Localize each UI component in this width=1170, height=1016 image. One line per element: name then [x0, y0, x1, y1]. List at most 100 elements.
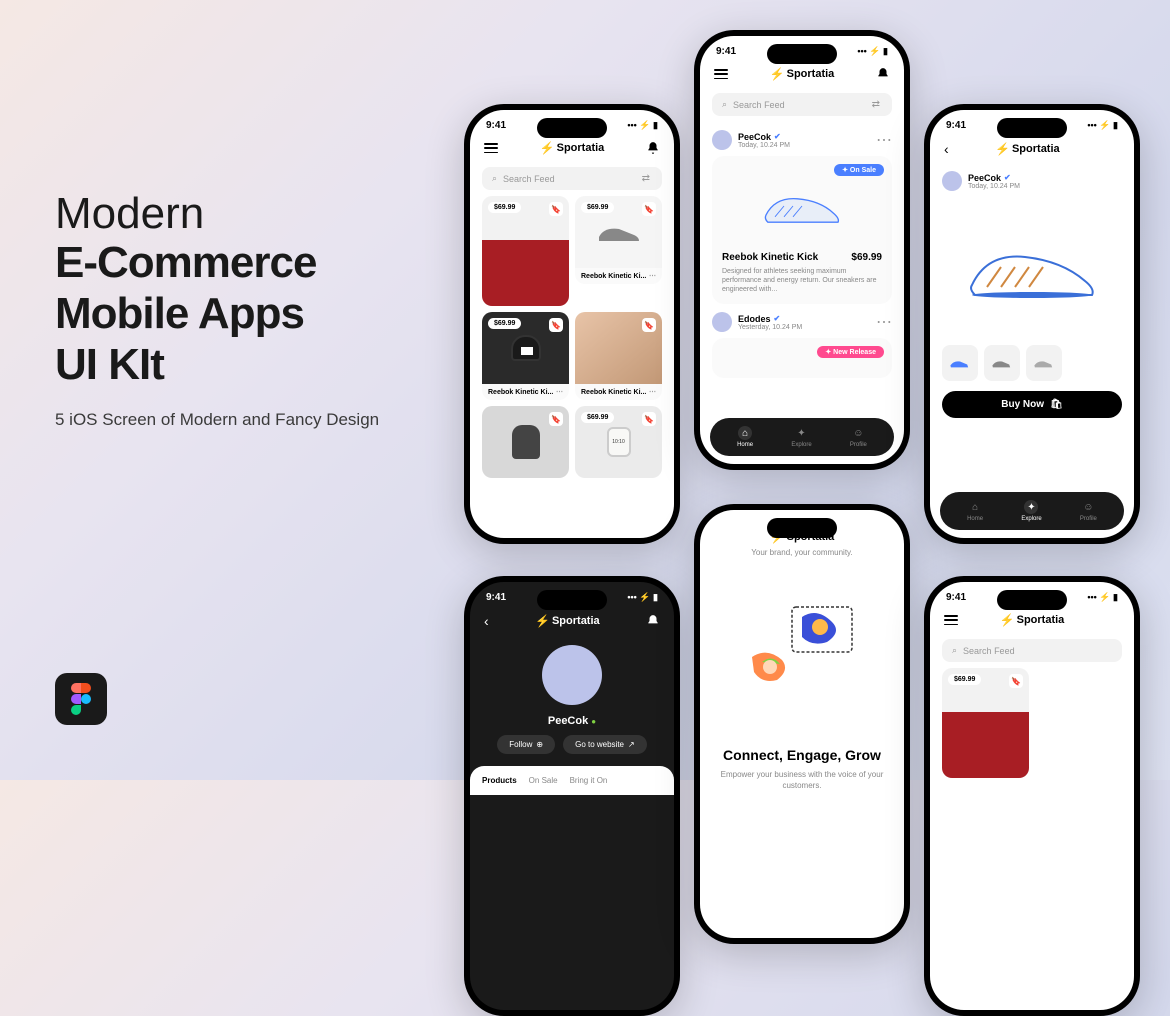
bookmark-icon[interactable]: 🔖 [549, 318, 563, 332]
back-icon[interactable]: ‹ [484, 613, 489, 629]
avatar[interactable] [712, 312, 732, 332]
more-icon[interactable]: ⋯ [649, 388, 656, 396]
title-line-4: UI KIt [55, 340, 455, 391]
bell-icon[interactable] [646, 614, 660, 628]
bell-icon[interactable] [876, 67, 890, 81]
follow-button[interactable]: Follow⊕ [497, 735, 555, 754]
notch [767, 44, 837, 64]
back-icon[interactable]: ‹ [944, 141, 949, 157]
product-card[interactable]: ✦ New Release [712, 338, 892, 378]
product-card[interactable]: $69.99 🔖 [482, 196, 569, 306]
search-input[interactable]: ⌕ Search Feed ⇄ [482, 167, 662, 190]
sale-badge: ✦ On Sale [834, 164, 884, 176]
phone-feed-detail: 9:41 ••• ⚡ ▮ ⚡Sportatia ⌕ Search Feed ⇄ … [694, 30, 910, 470]
product-card[interactable]: $69.99 🔖 Reebok Kinetic Ki...⋯ [575, 196, 662, 284]
product-description: Designed for athletes seeking maximum pe… [722, 267, 882, 294]
profile-name: PeeCok ● [470, 715, 674, 727]
timestamp: Today, 10.24 PM [738, 142, 790, 149]
nav-profile[interactable]: ☺Profile [850, 426, 867, 448]
nav-explore[interactable]: ✦Explore [791, 426, 811, 448]
bookmark-icon[interactable]: 🔖 [549, 202, 563, 216]
brand-logo: ⚡Sportatia [1000, 613, 1065, 627]
subtitle: 5 iOS Screen of Modern and Fancy Design [55, 410, 455, 430]
product-card[interactable]: $69.99 🔖 Reebok Kinetic Ki...⋯ [482, 312, 569, 400]
bookmark-icon[interactable]: 🔖 [642, 412, 656, 426]
product-card[interactable]: 🔖 Reebok Kinetic Ki...⋯ [575, 312, 662, 400]
onboarding-desc: Empower your business with the voice of … [714, 769, 890, 791]
phone-profile: 9:41 ••• ⚡ ▮ ‹ ⚡Sportatia PeeCok ● Follo… [464, 576, 680, 1016]
notch [537, 118, 607, 138]
user-name: PeeCok✔ [738, 132, 790, 142]
notch [997, 118, 1067, 138]
product-card[interactable]: ✦ On Sale Reebok Kinetic Kick $69.99 Des… [712, 156, 892, 304]
user-name: Edodes✔ [738, 314, 802, 324]
verified-icon: ✔ [774, 132, 781, 141]
thumbnail[interactable] [1026, 345, 1062, 381]
bookmark-icon[interactable]: 🔖 [642, 318, 656, 332]
user-name: PeeCok✔ [968, 173, 1020, 183]
price-pill: $69.99 [948, 674, 981, 685]
brand-logo: ⚡Sportatia [535, 614, 600, 628]
filter-icon[interactable]: ⇄ [642, 173, 650, 184]
price-pill: $69.99 [488, 318, 521, 329]
thumbnail[interactable] [942, 345, 978, 381]
product-hero-image [930, 205, 1134, 335]
filter-icon[interactable]: ⇄ [872, 99, 880, 110]
hero-text: Modern E-Commerce Mobile Apps UI KIt 5 i… [55, 190, 455, 430]
avatar[interactable] [712, 130, 732, 150]
figma-icon [55, 673, 107, 725]
profile-tabs: Products On Sale Bring it On [470, 766, 674, 795]
timestamp: Today, 10.24 PM [968, 183, 1020, 190]
menu-icon[interactable] [484, 143, 498, 153]
more-icon[interactable]: ⋯ [649, 272, 656, 280]
timestamp: Yesterday, 10.24 PM [738, 324, 802, 331]
bookmark-icon[interactable]: 🔖 [642, 202, 656, 216]
product-card[interactable]: 🔖 [482, 406, 569, 478]
tab-bring[interactable]: Bring it On [570, 776, 608, 785]
menu-icon[interactable] [944, 615, 958, 625]
price-pill: $69.99 [488, 202, 521, 213]
nav-home[interactable]: ⌂Home [737, 426, 753, 448]
plus-icon: ⊕ [536, 740, 543, 749]
arrow-icon: ↗ [628, 740, 635, 749]
price-pill: $69.99 [581, 412, 614, 423]
nav-explore[interactable]: ✦Explore [1021, 500, 1041, 522]
verified-icon: ✔ [1004, 173, 1011, 182]
bookmark-icon[interactable]: 🔖 [549, 412, 563, 426]
title-line-1: Modern [55, 190, 455, 238]
brand-logo: ⚡Sportatia [995, 142, 1060, 156]
onboarding-title: Connect, Engage, Grow [714, 747, 890, 763]
onboarding-illustration [714, 577, 890, 727]
more-icon[interactable]: ⋯ [876, 312, 892, 332]
bookmark-icon[interactable]: 🔖 [1009, 674, 1023, 688]
bottom-nav: ⌂Home ✦Explore ☺Profile [940, 492, 1124, 530]
product-card[interactable]: $69.99 🔖 [942, 668, 1029, 778]
avatar[interactable] [942, 171, 962, 191]
title-line-3: Mobile Apps [55, 289, 455, 340]
search-icon: ⌕ [722, 99, 727, 110]
phone-product-detail: 9:41 ••• ⚡ ▮ ‹ ⚡Sportatia PeeCok✔ Today,… [924, 104, 1140, 544]
website-button[interactable]: Go to website↗ [563, 735, 647, 754]
nav-profile[interactable]: ☺Profile [1080, 500, 1097, 522]
tagline: Your brand, your community. [714, 548, 890, 557]
bag-icon: 🛍 [1050, 399, 1063, 410]
tab-products[interactable]: Products [482, 776, 517, 785]
more-icon[interactable]: ⋯ [876, 130, 892, 150]
product-title: Reebok Kinetic Kick [722, 252, 818, 263]
buy-button[interactable]: Buy Now🛍 [942, 391, 1122, 418]
verified-icon: ✔ [774, 314, 781, 323]
product-price: $69.99 [851, 252, 882, 263]
thumbnail[interactable] [984, 345, 1020, 381]
bell-icon[interactable] [646, 141, 660, 155]
more-icon[interactable]: ⋯ [556, 388, 563, 396]
search-input[interactable]: ⌕ Search Feed [942, 639, 1122, 662]
nav-home[interactable]: ⌂Home [967, 500, 983, 522]
release-badge: ✦ New Release [817, 346, 884, 358]
tab-onsale[interactable]: On Sale [529, 776, 558, 785]
search-input[interactable]: ⌕ Search Feed ⇄ [712, 93, 892, 116]
status-time: 9:41 [486, 120, 506, 131]
menu-icon[interactable] [714, 69, 728, 79]
phone-grid-feed: 9:41 ••• ⚡ ▮ ⚡Sportatia ⌕ Search Feed ⇄ … [464, 104, 680, 544]
profile-avatar[interactable] [542, 645, 602, 705]
product-card[interactable]: $69.99 🔖 10:10 [575, 406, 662, 478]
